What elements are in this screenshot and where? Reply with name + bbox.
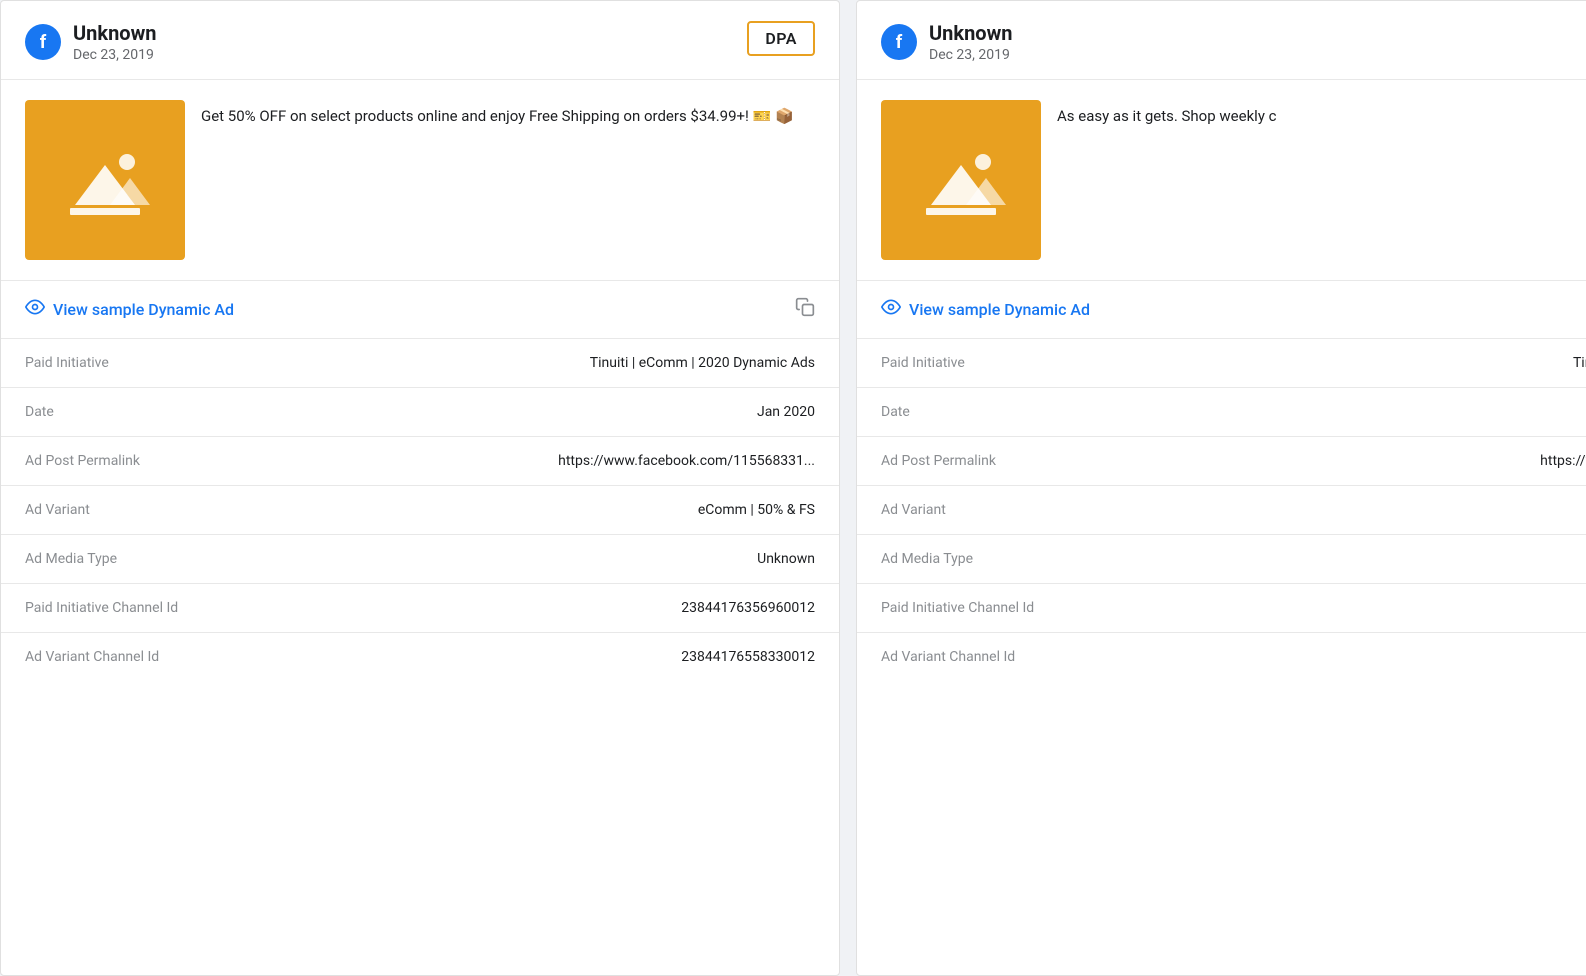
metadata-value: Tinuiti | eComm <box>1121 355 1586 371</box>
facebook-icon: f <box>881 24 917 60</box>
metadata-label: Ad Media Type <box>25 551 265 567</box>
ad-title: Unknown <box>929 21 1012 45</box>
metadata-label: Paid Initiative <box>881 355 1121 371</box>
metadata-table: Paid Initiative Tinuiti | eComm Date Ad … <box>857 339 1586 681</box>
metadata-row: Date <box>857 388 1586 437</box>
metadata-value: eComm | 50% & FS <box>265 502 815 518</box>
metadata-row: Date Jan 2020 <box>1 388 839 437</box>
metadata-row: Paid Initiative Channel Id 23 <box>857 584 1586 633</box>
header-left: f Unknown Dec 23, 2019 <box>881 21 1012 63</box>
metadata-value: https://www.facebook.com/115568331... <box>265 453 815 469</box>
metadata-label: Paid Initiative Channel Id <box>25 600 265 616</box>
metadata-row: Ad Variant eCo <box>857 486 1586 535</box>
metadata-label: Ad Media Type <box>881 551 1121 567</box>
metadata-value: Unknown <box>265 551 815 567</box>
metadata-label: Ad Variant <box>25 502 265 518</box>
dpa-badge: DPA <box>747 21 815 56</box>
view-sample-link[interactable]: View sample Dynamic Ad <box>25 297 234 322</box>
metadata-value: 23844176356960012 <box>265 600 815 616</box>
metadata-row: Ad Media Type <box>857 535 1586 584</box>
metadata-label: Paid Initiative Channel Id <box>881 600 1121 616</box>
ad-content-section: As easy as it gets. Shop weekly c <box>857 80 1586 281</box>
metadata-value: 23 <box>1121 649 1586 665</box>
ad-image <box>881 100 1041 260</box>
metadata-label: Ad Variant Channel Id <box>881 649 1121 665</box>
view-sample-text: View sample Dynamic Ad <box>53 300 234 319</box>
metadata-table: Paid Initiative Tinuiti | eComm | 2020 D… <box>1 339 839 681</box>
card-header: f Unknown Dec 23, 2019 <box>857 1 1586 80</box>
ad-image <box>25 100 185 260</box>
metadata-row: Ad Media Type Unknown <box>1 535 839 584</box>
metadata-label: Date <box>881 404 1121 420</box>
metadata-value: Tinuiti | eComm | 2020 Dynamic Ads <box>265 355 815 371</box>
ad-card-1: f Unknown Dec 23, 2019 DPA <box>0 0 840 976</box>
header-text: Unknown Dec 23, 2019 <box>73 21 156 63</box>
ad-date: Dec 23, 2019 <box>929 47 1012 63</box>
metadata-row: Ad Variant eComm | 50% & FS <box>1 486 839 535</box>
metadata-label: Ad Post Permalink <box>25 453 265 469</box>
metadata-value: 23 <box>1121 600 1586 616</box>
metadata-row: Ad Variant Channel Id 23 <box>857 633 1586 681</box>
view-sample-text: View sample Dynamic Ad <box>909 300 1090 319</box>
copy-icon[interactable] <box>795 297 815 322</box>
header-left: f Unknown Dec 23, 2019 <box>25 21 156 63</box>
view-sample-section[interactable]: View sample Dynamic Ad <box>857 281 1586 339</box>
ad-body-text: Get 50% OFF on select products online an… <box>201 100 794 128</box>
metadata-label: Date <box>25 404 265 420</box>
metadata-row: Ad Post Permalink https://www.facebook.c… <box>1 437 839 486</box>
facebook-icon: f <box>25 24 61 60</box>
eye-icon <box>881 297 901 322</box>
metadata-row: Paid Initiative Tinuiti | eComm | 2020 D… <box>1 339 839 388</box>
metadata-row: Paid Initiative Channel Id 2384417635696… <box>1 584 839 633</box>
metadata-value: https://www.faceboo <box>1121 453 1586 469</box>
metadata-row: Ad Post Permalink https://www.faceboo <box>857 437 1586 486</box>
metadata-value: 23844176558330012 <box>265 649 815 665</box>
metadata-label: Paid Initiative <box>25 355 265 371</box>
metadata-value: Jan 2020 <box>265 404 815 420</box>
metadata-label: Ad Post Permalink <box>881 453 1121 469</box>
ad-date: Dec 23, 2019 <box>73 47 156 63</box>
header-text: Unknown Dec 23, 2019 <box>929 21 1012 63</box>
metadata-label: Ad Variant <box>881 502 1121 518</box>
eye-icon <box>25 297 45 322</box>
view-sample-section[interactable]: View sample Dynamic Ad <box>1 281 839 339</box>
metadata-row: Ad Variant Channel Id 23844176558330012 <box>1 633 839 681</box>
metadata-label: Ad Variant Channel Id <box>25 649 265 665</box>
card-header: f Unknown Dec 23, 2019 DPA <box>1 1 839 80</box>
metadata-row: Paid Initiative Tinuiti | eComm <box>857 339 1586 388</box>
ad-card-2: f Unknown Dec 23, 2019 <box>856 0 1586 976</box>
ad-body-text: As easy as it gets. Shop weekly c <box>1057 100 1277 128</box>
ad-content-section: Get 50% OFF on select products online an… <box>1 80 839 281</box>
cards-container: f Unknown Dec 23, 2019 DPA <box>0 0 1586 976</box>
ad-title: Unknown <box>73 21 156 45</box>
metadata-value: eCo <box>1121 502 1586 518</box>
view-sample-link[interactable]: View sample Dynamic Ad <box>881 297 1090 322</box>
